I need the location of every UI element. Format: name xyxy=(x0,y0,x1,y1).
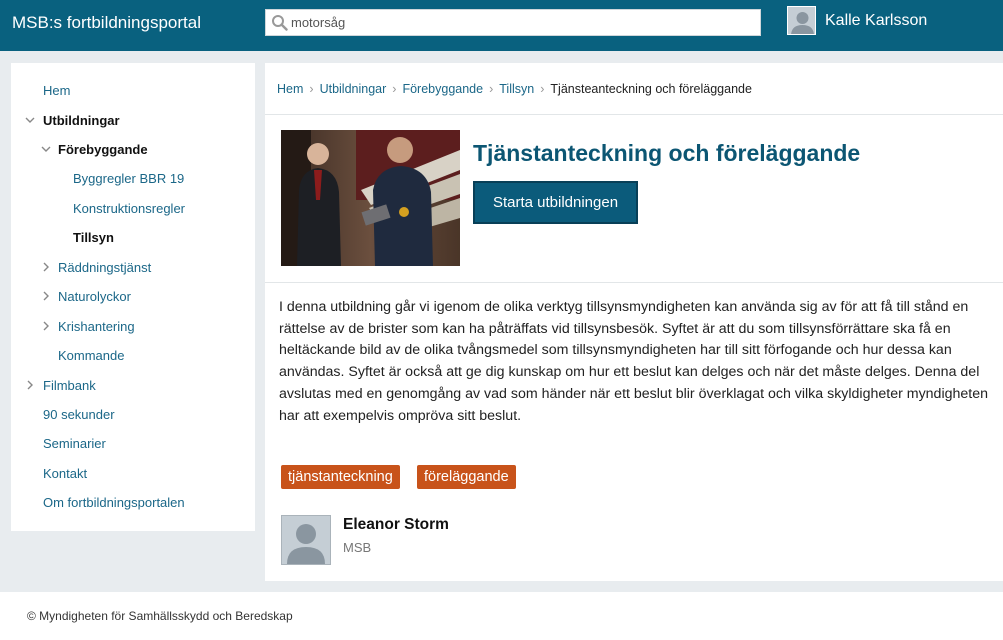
sidebar-item-byggregler[interactable]: Byggregler BBR 19 xyxy=(73,171,184,186)
top-bar: MSB:s fortbildningsportal Kalle Karlsson xyxy=(0,0,1003,51)
breadcrumb-hem[interactable]: Hem xyxy=(277,82,303,96)
chevron-right-icon: › xyxy=(309,82,314,96)
search-box[interactable] xyxy=(265,9,761,36)
breadcrumb: Hem › Utbildningar › Förebyggande › Tillsyn › Tj… xyxy=(277,82,752,96)
sidebar-item-om[interactable]: Om fortbildningsportalen xyxy=(43,495,185,510)
sidebar-item-naturolyckor[interactable]: Naturolyckor xyxy=(58,289,131,304)
divider xyxy=(265,114,1003,115)
sidebar-item-filmbank[interactable]: Filmbank xyxy=(43,378,96,393)
sidebar-item-forebyggande[interactable]: Förebyggande xyxy=(58,142,148,157)
chevron-right-icon: › xyxy=(489,82,494,96)
breadcrumb-tillsyn[interactable]: Tillsyn xyxy=(499,82,534,96)
sidebar-item-krishantering[interactable]: Krishantering xyxy=(58,319,135,334)
course-title: Tjänstanteckning och föreläggande xyxy=(473,140,861,166)
breadcrumb-utbildningar[interactable]: Utbildningar xyxy=(320,82,387,96)
person-icon xyxy=(788,7,815,34)
sidebar-item-tillsyn[interactable]: Tillsyn xyxy=(73,230,114,245)
course-image xyxy=(281,130,460,266)
sidebar-item-kontakt[interactable]: Kontakt xyxy=(43,466,87,481)
author-name[interactable]: Eleanor Storm xyxy=(343,516,449,534)
sidebar-item-konstruktionsregler[interactable]: Konstruktionsregler xyxy=(73,201,185,216)
tag-forelaggande[interactable]: föreläggande xyxy=(417,465,516,489)
divider xyxy=(265,282,1003,283)
footer: © Myndigheten för Samhällsskydd och Bere… xyxy=(0,592,1003,640)
tag-tjanstanteckning[interactable]: tjänstanteckning xyxy=(281,465,400,489)
copyright-text: © Myndigheten för Samhällsskydd och Bere… xyxy=(27,609,293,623)
author-avatar[interactable] xyxy=(281,515,331,565)
sidebar-item-kommande[interactable]: Kommande xyxy=(58,348,124,363)
search-icon xyxy=(272,15,288,31)
user-name[interactable]: Kalle Karlsson xyxy=(825,12,927,30)
sidebar-item-utbildningar[interactable]: Utbildningar xyxy=(43,113,120,128)
start-course-button[interactable]: Starta utbildningen xyxy=(473,181,638,224)
author-org: MSB xyxy=(343,540,372,555)
person-icon xyxy=(282,516,330,564)
sidebar-item-90-sekunder[interactable]: 90 sekunder xyxy=(43,407,115,422)
site-brand[interactable]: MSB:s fortbildningsportal xyxy=(12,13,201,33)
chevron-right-icon[interactable] xyxy=(41,321,51,331)
user-avatar[interactable] xyxy=(787,6,816,35)
sidebar-item-raddningstjanst[interactable]: Räddningstjänst xyxy=(58,260,151,275)
chevron-right-icon[interactable] xyxy=(41,262,51,272)
chevron-down-icon[interactable] xyxy=(25,115,35,125)
main-content: Hem › Utbildningar › Förebyggande › Tillsyn › Tj… xyxy=(265,63,1003,581)
chevron-right-icon[interactable] xyxy=(25,380,35,390)
chevron-right-icon[interactable] xyxy=(41,291,51,301)
chevron-down-icon[interactable] xyxy=(41,144,51,154)
breadcrumb-current: Tjänsteanteckning och föreläggande xyxy=(550,82,752,96)
sidebar-item-hem[interactable]: Hem xyxy=(43,83,70,98)
chevron-right-icon: › xyxy=(540,82,545,96)
search-input[interactable] xyxy=(291,13,751,32)
course-description: I denna utbildning går vi igenom de olik… xyxy=(279,299,988,424)
chevron-right-icon: › xyxy=(392,82,397,96)
breadcrumb-forebyggande[interactable]: Förebyggande xyxy=(402,82,483,96)
sidebar-item-seminarier[interactable]: Seminarier xyxy=(43,436,106,451)
sidebar-nav: Hem Utbildningar Förebyggande Byggregler… xyxy=(11,63,255,531)
